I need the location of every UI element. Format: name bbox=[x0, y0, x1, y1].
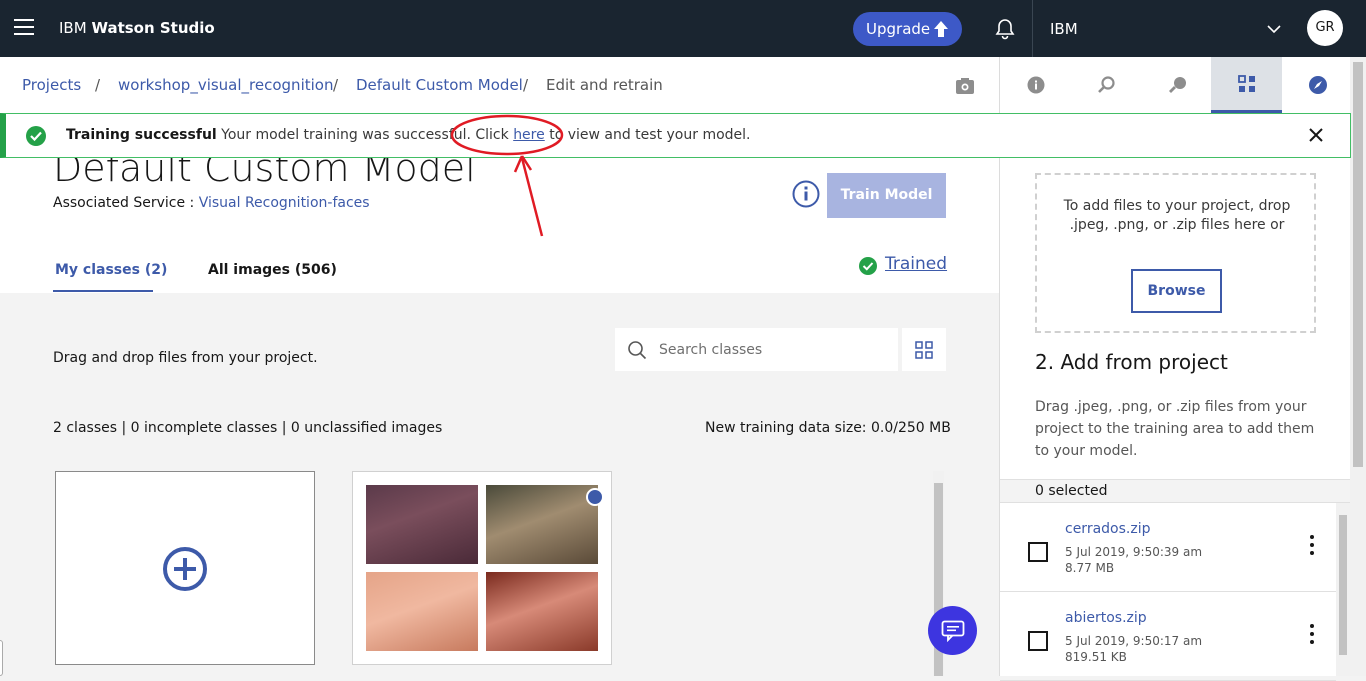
grid-view-button[interactable] bbox=[902, 328, 946, 371]
file-name[interactable]: abiertos.zip bbox=[1065, 610, 1147, 626]
breadcrumb-separator: / bbox=[95, 76, 101, 94]
brand-prefix: IBM bbox=[59, 19, 92, 37]
train-model-button[interactable]: Train Model bbox=[827, 173, 946, 218]
file-dropzone[interactable]: To add files to your project, drop .jpeg… bbox=[1035, 173, 1316, 333]
drag-instructions: Drag and drop files from your project. bbox=[53, 350, 318, 366]
notification-title: Training successful bbox=[66, 127, 217, 143]
add-from-project-description: Drag .jpeg, .png, or .zip files from you… bbox=[1035, 399, 1315, 459]
associated-service-label: Associated Service : bbox=[53, 195, 199, 211]
selection-count-bar: 0 selected bbox=[1000, 479, 1350, 503]
add-class-card[interactable] bbox=[55, 471, 315, 665]
breadcrumb-project[interactable]: workshop_visual_recognition bbox=[118, 76, 333, 94]
trained-status-link[interactable]: Trained bbox=[885, 254, 947, 274]
file-name[interactable]: cerrados.zip bbox=[1065, 521, 1150, 537]
notification-bell-icon[interactable] bbox=[993, 17, 1017, 41]
lock-icon bbox=[586, 488, 604, 506]
class-image-thumbnail bbox=[366, 572, 478, 651]
tab-active-indicator bbox=[53, 290, 153, 292]
breadcrumb: Projects / workshop_visual_recognition /… bbox=[0, 57, 999, 113]
tool-explore[interactable] bbox=[1282, 57, 1353, 113]
search-data-icon bbox=[1097, 76, 1115, 93]
breadcrumb-separator: / bbox=[523, 76, 529, 94]
preview-icon[interactable] bbox=[955, 77, 975, 95]
grid-view-icon bbox=[915, 340, 933, 359]
close-icon[interactable] bbox=[1308, 127, 1324, 143]
overflow-menu-icon[interactable] bbox=[1308, 624, 1316, 648]
tool-info[interactable] bbox=[1000, 57, 1071, 113]
list-item[interactable]: cerrados.zip 5 Jul 2019, 9:50:39 am 8.77… bbox=[1000, 503, 1336, 592]
side-toolbar bbox=[999, 57, 1350, 113]
breadcrumb-current: Edit and retrain bbox=[546, 76, 663, 94]
compass-icon bbox=[1308, 76, 1327, 94]
add-circle-icon bbox=[163, 547, 207, 591]
search-icon bbox=[628, 341, 647, 360]
dropzone-text: To add files to your project, drop .jpeg… bbox=[1063, 198, 1291, 233]
notification-message: Your model training was successful. Clic… bbox=[216, 127, 514, 143]
brand-name: Watson Studio bbox=[91, 19, 215, 37]
checkmark-icon bbox=[26, 126, 46, 146]
chevron-down-icon[interactable] bbox=[1267, 24, 1281, 34]
notification-message-end: to view and test your model. bbox=[544, 127, 751, 143]
file-size: 819.51 KB bbox=[1065, 650, 1127, 664]
file-size: 8.77 MB bbox=[1065, 561, 1115, 575]
file-date: 5 Jul 2019, 9:50:39 am bbox=[1065, 545, 1203, 559]
breadcrumb-separator: / bbox=[333, 76, 339, 94]
breadcrumb-model[interactable]: Default Custom Model bbox=[356, 76, 523, 94]
tool-find-alt[interactable] bbox=[1142, 57, 1213, 113]
arrow-up-icon bbox=[934, 21, 948, 37]
search-input[interactable] bbox=[659, 328, 889, 371]
tool-data[interactable] bbox=[1211, 57, 1282, 113]
tab-all-images[interactable]: All images (506) bbox=[208, 262, 337, 278]
info-icon bbox=[1027, 76, 1044, 94]
avatar[interactable]: GR bbox=[1307, 10, 1343, 46]
associated-service: Associated Service : Visual Recognition-… bbox=[53, 195, 370, 211]
data-grid-icon bbox=[1237, 74, 1255, 92]
class-card[interactable] bbox=[352, 471, 612, 665]
class-image-thumbnail bbox=[486, 572, 598, 651]
checkmark-icon bbox=[859, 257, 877, 275]
notification-here-link[interactable]: here bbox=[513, 127, 545, 143]
training-data-size: New training data size: 0.0/250 MB bbox=[705, 420, 951, 436]
add-from-project-title: 2. Add from project bbox=[1035, 350, 1228, 374]
overflow-menu-icon[interactable] bbox=[1308, 535, 1316, 559]
chat-button[interactable] bbox=[928, 606, 977, 655]
breadcrumb-projects[interactable]: Projects bbox=[22, 76, 81, 94]
app-brand[interactable]: IBM Watson Studio bbox=[59, 19, 215, 37]
selection-count: 0 selected bbox=[1035, 483, 1108, 499]
list-item[interactable]: abiertos.zip 5 Jul 2019, 9:50:17 am 819.… bbox=[1000, 592, 1336, 681]
browse-button[interactable]: Browse bbox=[1131, 269, 1222, 313]
file-list-scrollbar[interactable] bbox=[1336, 503, 1350, 676]
class-image-thumbnail bbox=[486, 485, 598, 564]
page-scrollbar[interactable] bbox=[1350, 57, 1366, 676]
file-checkbox[interactable] bbox=[1028, 542, 1048, 562]
info-icon[interactable] bbox=[792, 180, 820, 208]
upgrade-label: Upgrade bbox=[866, 20, 931, 38]
search-asset-icon bbox=[1168, 77, 1186, 93]
tool-find[interactable] bbox=[1071, 57, 1142, 113]
search-box bbox=[615, 328, 898, 371]
upgrade-button[interactable]: Upgrade bbox=[853, 12, 962, 46]
associated-service-link[interactable]: Visual Recognition-faces bbox=[199, 195, 370, 211]
account-selector[interactable]: IBM bbox=[1050, 20, 1078, 38]
file-checkbox[interactable] bbox=[1028, 631, 1048, 651]
side-drawer-handle[interactable] bbox=[0, 640, 3, 676]
class-image-thumbnail bbox=[366, 485, 478, 564]
menu-icon[interactable] bbox=[14, 19, 34, 37]
divider bbox=[1032, 0, 1033, 57]
success-notification: Training successful Your model training … bbox=[0, 113, 1351, 158]
class-stats: 2 classes | 0 incomplete classes | 0 unc… bbox=[53, 420, 443, 436]
chat-icon bbox=[941, 620, 964, 642]
tab-my-classes[interactable]: My classes (2) bbox=[55, 262, 167, 278]
notification-text: Training successful Your model training … bbox=[66, 127, 751, 143]
file-date: 5 Jul 2019, 9:50:17 am bbox=[1065, 634, 1203, 648]
top-navigation-bar: IBM Watson Studio Upgrade IBM GR bbox=[0, 0, 1366, 57]
